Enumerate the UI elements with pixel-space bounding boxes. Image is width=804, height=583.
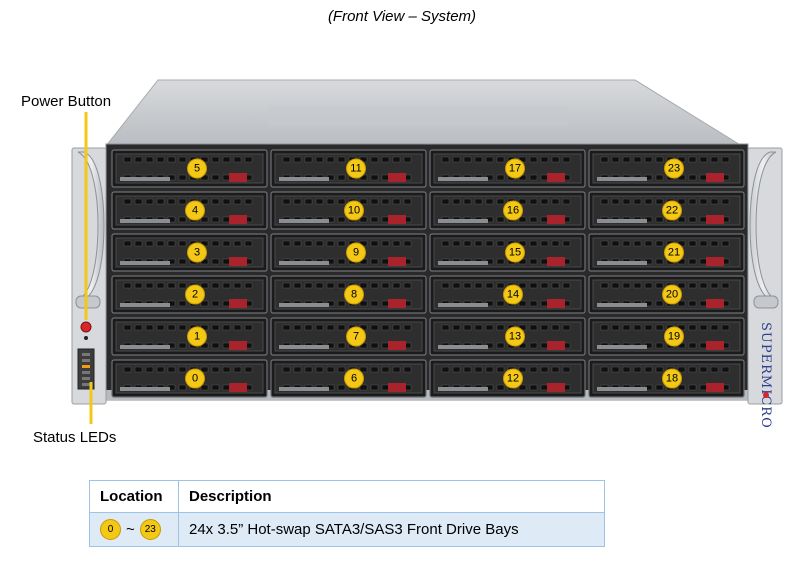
drive-bay[interactable]: 3 xyxy=(111,233,268,272)
drive-bay[interactable]: 9 xyxy=(270,233,427,272)
drive-bay[interactable]: 13 xyxy=(429,317,586,356)
bay-number: 3 xyxy=(194,247,200,259)
bay-number: 16 xyxy=(507,205,519,217)
drive-bay[interactable]: 18 xyxy=(588,359,745,398)
drive-bay[interactable]: 21 xyxy=(588,233,745,272)
bay-number: 0 xyxy=(192,373,198,385)
drive-bay[interactable]: 20 xyxy=(588,275,745,314)
drive-bay[interactable]: 16 xyxy=(429,191,586,230)
bay-number: 14 xyxy=(507,289,519,301)
bay-number: 17 xyxy=(509,163,521,175)
drive-release-latch xyxy=(706,383,724,392)
range-end-badge: 23 xyxy=(139,519,161,540)
bay-number: 9 xyxy=(353,247,359,259)
drive-release-latch xyxy=(547,173,565,182)
drive-bay[interactable]: 23 xyxy=(588,149,745,188)
drive-release-latch xyxy=(388,299,406,308)
range-separator: ~ xyxy=(126,521,135,538)
drive-release-latch xyxy=(229,257,247,266)
drive-release-latch xyxy=(388,383,406,392)
legend-header-description: Description xyxy=(178,480,605,513)
drive-release-latch xyxy=(547,257,565,266)
drive-bay[interactable]: 2 xyxy=(111,275,268,314)
drive-bay[interactable]: 7 xyxy=(270,317,427,356)
power-button xyxy=(80,321,92,333)
bay-number: 19 xyxy=(668,331,680,343)
drive-bay[interactable]: 5 xyxy=(111,149,268,188)
bay-number: 6 xyxy=(351,373,357,385)
bay-number: 22 xyxy=(666,205,678,217)
drive-release-latch xyxy=(547,215,565,224)
drive-bay[interactable]: 1 xyxy=(111,317,268,356)
drive-release-latch xyxy=(706,341,724,350)
status-leds-label: Status LEDs xyxy=(33,429,117,446)
drive-bay[interactable]: 11 xyxy=(270,149,427,188)
drive-bay[interactable]: 17 xyxy=(429,149,586,188)
drive-release-latch xyxy=(706,257,724,266)
drive-bay[interactable]: 10 xyxy=(270,191,427,230)
bay-number: 18 xyxy=(666,373,678,385)
legend-location-cell: 0 ~23 xyxy=(89,512,179,547)
drive-release-latch xyxy=(229,299,247,308)
drive-release-latch xyxy=(388,173,406,182)
legend-header-location: Location xyxy=(89,480,179,513)
drive-bay[interactable]: 4 xyxy=(111,191,268,230)
bay-number: 23 xyxy=(668,163,680,175)
drive-release-latch xyxy=(229,173,247,182)
drive-release-latch xyxy=(547,341,565,350)
right-ear: SUPERMICRO xyxy=(747,147,783,429)
bay-number: 21 xyxy=(668,247,680,259)
brand-logo: SUPERMICRO xyxy=(758,322,773,429)
bay-number: 1 xyxy=(194,331,200,343)
bay-number: 2 xyxy=(192,289,198,301)
drive-release-latch xyxy=(229,215,247,224)
drive-bay[interactable]: 8 xyxy=(270,275,427,314)
drive-release-latch xyxy=(706,173,724,182)
drive-bay[interactable]: 22 xyxy=(588,191,745,230)
drive-bay[interactable]: 12 xyxy=(429,359,586,398)
bay-number: 20 xyxy=(666,289,678,301)
drive-release-latch xyxy=(388,215,406,224)
bay-number: 7 xyxy=(353,331,359,343)
left-control-panel xyxy=(71,147,107,405)
drive-release-latch xyxy=(547,383,565,392)
drive-release-latch xyxy=(229,341,247,350)
legend-description-cell: 24x 3.5” Hot-swap SATA3/SAS3 Front Drive… xyxy=(178,512,605,547)
range-start-badge: 0 xyxy=(100,519,121,540)
legend-row: 0 ~23 24x 3.5” Hot-swap SATA3/SAS3 Front … xyxy=(89,512,605,547)
chassis-top-panel xyxy=(268,105,568,127)
bay-number: 15 xyxy=(509,247,521,259)
drive-bay[interactable]: 6 xyxy=(270,359,427,398)
legend-header-row: Location Description xyxy=(89,480,605,513)
bay-number: 4 xyxy=(192,205,198,217)
bay-number: 5 xyxy=(194,163,200,175)
bay-number: 13 xyxy=(509,331,521,343)
drive-release-latch xyxy=(706,299,724,308)
bay-number: 11 xyxy=(350,163,361,175)
drive-release-latch xyxy=(229,383,247,392)
server-front-view: SUPERMICRO 54321011109876171615141312232… xyxy=(71,79,783,429)
drive-release-latch xyxy=(388,341,406,350)
bay-number: 12 xyxy=(507,373,519,385)
drive-bay[interactable]: 0 xyxy=(111,359,268,398)
drive-release-latch xyxy=(706,215,724,224)
drive-bay[interactable]: 14 xyxy=(429,275,586,314)
drive-bay[interactable]: 15 xyxy=(429,233,586,272)
drive-bay[interactable]: 19 xyxy=(588,317,745,356)
bay-number: 10 xyxy=(348,205,360,217)
drive-release-latch xyxy=(547,299,565,308)
drive-release-latch xyxy=(388,257,406,266)
bay-number: 8 xyxy=(351,289,357,301)
location-legend-table: Location Description 0 ~23 24x 3.5” Hot-s… xyxy=(89,480,605,547)
power-button-label: Power Button xyxy=(21,93,112,110)
